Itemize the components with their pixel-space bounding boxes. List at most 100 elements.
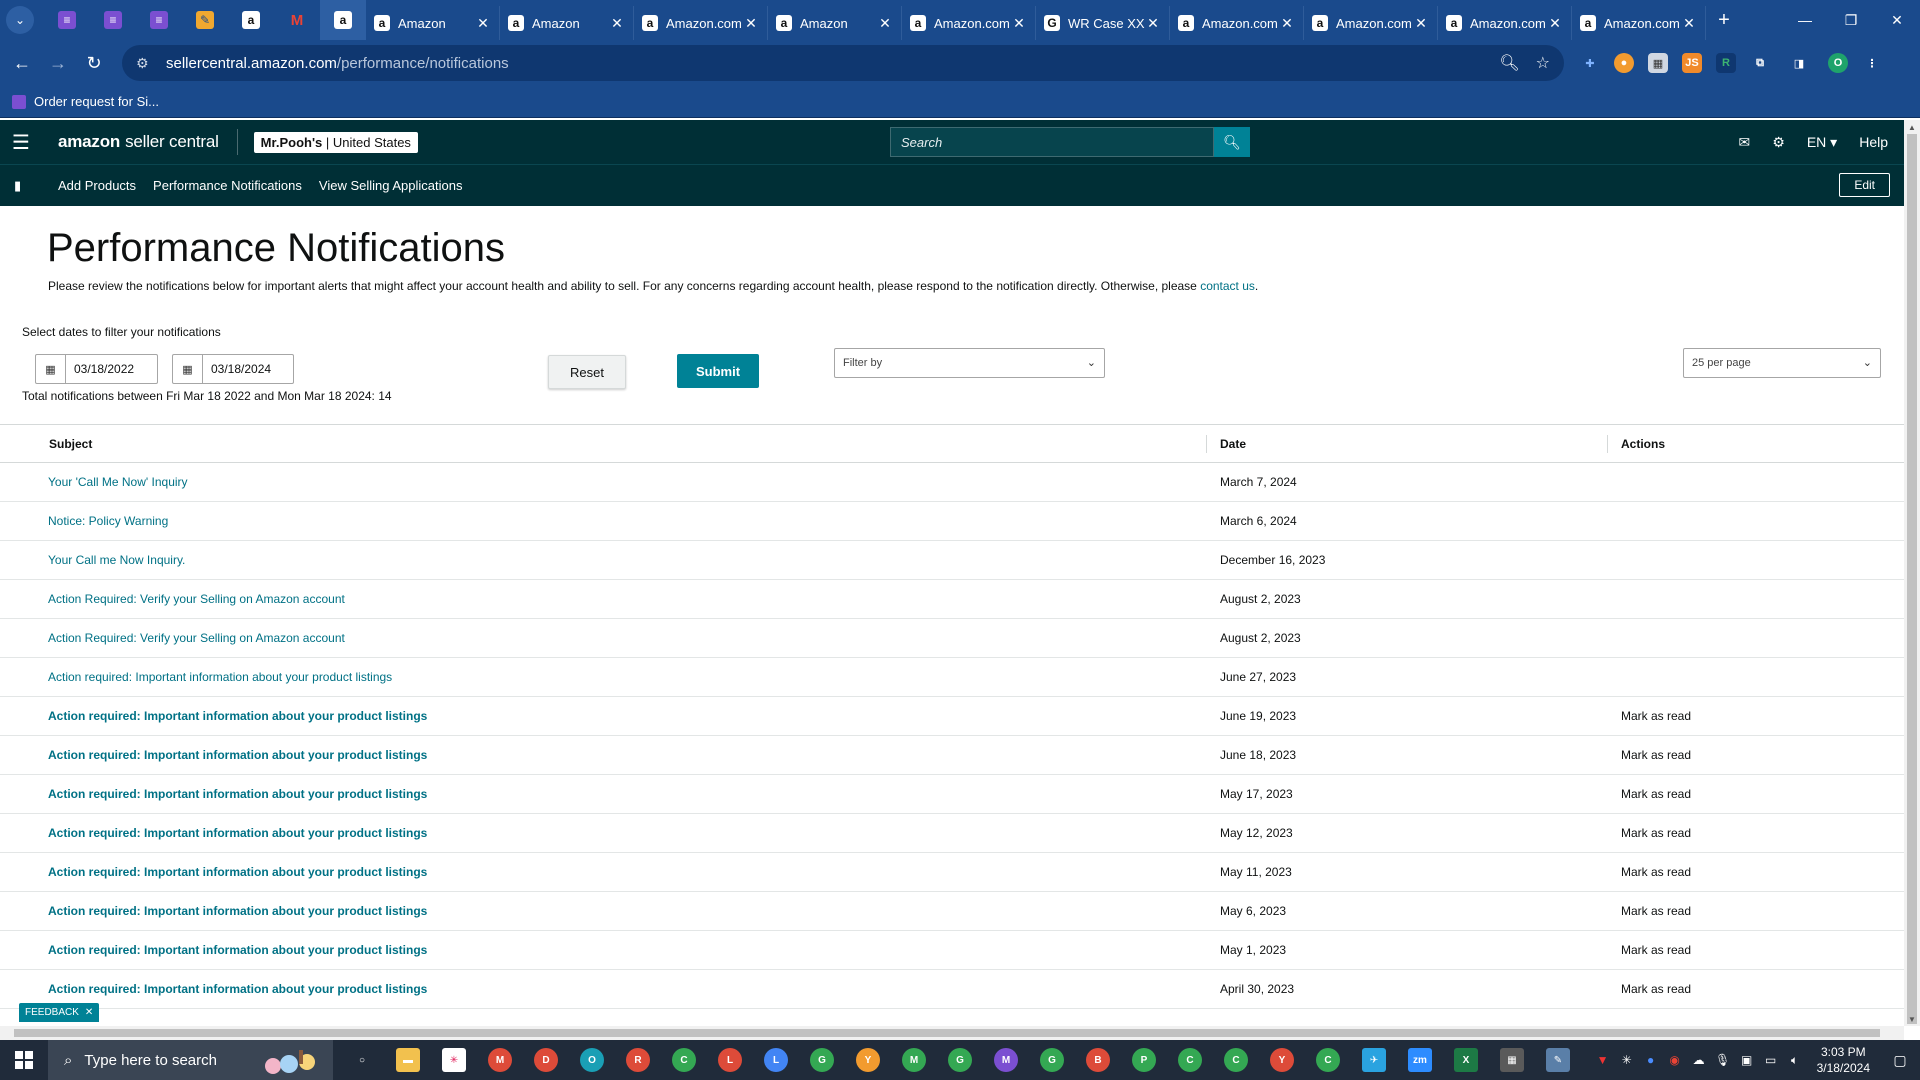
close-tab-icon[interactable]: ✕ — [1011, 15, 1027, 32]
nav-performance-notifications[interactable]: Performance Notifications — [153, 178, 302, 193]
taskbar-app[interactable]: Y — [1259, 1040, 1305, 1080]
taskbar-search[interactable]: ⌕ Type here to search — [48, 1040, 333, 1080]
close-tab-icon[interactable]: ✕ — [1279, 15, 1295, 32]
notification-subject-link[interactable]: Your Call me Now Inquiry. — [48, 553, 185, 567]
scrollbar-thumb[interactable] — [14, 1029, 1880, 1037]
account-switcher[interactable]: Mr.Pooh's | United States — [253, 131, 418, 153]
pinned-tab[interactable]: ✎ — [182, 0, 228, 40]
taskbar-app[interactable]: L — [707, 1040, 753, 1080]
taskbar-app[interactable]: ▦ — [1489, 1040, 1535, 1080]
notification-subject-link[interactable]: Action required: Important information a… — [48, 709, 427, 723]
end-date-field[interactable]: ▦ 03/18/2024 — [172, 354, 294, 384]
taskbar-app[interactable]: P — [1121, 1040, 1167, 1080]
pinned-tab[interactable]: ≡ — [90, 0, 136, 40]
notification-subject-link[interactable]: Action required: Important information a… — [48, 943, 427, 957]
browser-tab[interactable]: a Amazon ✕ — [768, 6, 902, 40]
mark-as-read-link[interactable]: Mark as read — [1621, 865, 1691, 879]
taskbar-app[interactable]: G — [1029, 1040, 1075, 1080]
taskbar-app[interactable]: Y — [845, 1040, 891, 1080]
taskbar-app[interactable]: ○ — [339, 1040, 385, 1080]
mail-icon[interactable]: ✉ — [1739, 134, 1751, 151]
nav-view-selling-applications[interactable]: View Selling Applications — [319, 178, 463, 193]
edit-nav-button[interactable]: Edit — [1839, 173, 1890, 197]
reload-icon[interactable]: ↻ — [76, 45, 112, 81]
close-tab-icon[interactable]: ✕ — [1547, 15, 1563, 32]
browser-tab[interactable]: a Amazon.com ✕ — [634, 6, 768, 40]
extension-icon[interactable]: ● — [1614, 53, 1634, 73]
extension-icon[interactable]: R — [1716, 53, 1736, 73]
taskbar-app[interactable]: M — [983, 1040, 1029, 1080]
taskbar-app[interactable]: M — [891, 1040, 937, 1080]
mark-as-read-link[interactable]: Mark as read — [1621, 943, 1691, 957]
antivirus-icon[interactable]: ▼ — [1591, 1053, 1615, 1067]
mark-as-read-link[interactable]: Mark as read — [1621, 826, 1691, 840]
taskbar-app[interactable]: B — [1075, 1040, 1121, 1080]
taskbar-app[interactable]: X — [1443, 1040, 1489, 1080]
notification-subject-link[interactable]: Action required: Important information a… — [48, 865, 427, 879]
column-subject[interactable]: Subject — [49, 437, 92, 451]
hamburger-menu-icon[interactable]: ☰ — [0, 130, 42, 155]
vertical-scrollbar[interactable]: ▲ ▼ — [1904, 120, 1920, 1026]
browser-tab[interactable]: a Amazon ✕ — [500, 6, 634, 40]
notification-subject-link[interactable]: Action required: Important information a… — [48, 787, 427, 801]
scroll-down-icon[interactable]: ▼ — [1904, 1012, 1920, 1026]
search-input[interactable]: Search — [890, 127, 1214, 157]
tab-search-button[interactable]: ⌄ — [6, 6, 34, 34]
notification-subject-link[interactable]: Notice: Policy Warning — [48, 514, 168, 528]
notification-subject-link[interactable]: Action required: Important information a… — [48, 826, 427, 840]
notification-icon[interactable]: ▢ — [1880, 1052, 1920, 1069]
puzzle-icon[interactable]: ⧉ — [1750, 53, 1770, 73]
close-tab-icon[interactable]: ✕ — [743, 15, 759, 32]
start-date-field[interactable]: ▦ 03/18/2022 — [35, 354, 158, 384]
per-page-select[interactable]: 25 per page ⌄ — [1683, 348, 1881, 378]
site-info-icon[interactable]: ⚙ — [136, 55, 156, 72]
notification-subject-link[interactable]: Action required: Important information a… — [48, 670, 392, 684]
taskbar-app[interactable]: G — [799, 1040, 845, 1080]
pinned-tab[interactable]: a — [228, 0, 274, 40]
scrollbar-thumb[interactable] — [1907, 134, 1917, 1024]
taskbar-app[interactable]: L — [753, 1040, 799, 1080]
column-date[interactable]: Date — [1220, 437, 1246, 451]
help-link[interactable]: Help — [1859, 134, 1888, 150]
close-tab-icon[interactable]: ✕ — [1681, 15, 1697, 32]
mark-as-read-link[interactable]: Mark as read — [1621, 787, 1691, 801]
taskbar-app[interactable]: O — [569, 1040, 615, 1080]
slack-icon[interactable]: ✳ — [1615, 1053, 1639, 1067]
nav-add-products[interactable]: Add Products — [58, 178, 136, 193]
pinned-tab[interactable]: ≡ — [44, 0, 90, 40]
close-tab-icon[interactable]: ✕ — [1413, 15, 1429, 32]
close-icon[interactable]: ✕ — [85, 1007, 93, 1018]
taskbar-app[interactable]: ▬ — [385, 1040, 431, 1080]
bookmark-item[interactable]: Order request for Si... — [34, 94, 159, 109]
volume-icon[interactable]: 🔈︎ — [1783, 1053, 1807, 1068]
extension-icon[interactable]: ✚ — [1580, 53, 1600, 73]
zoom-icon[interactable]: 🔍︎ — [1499, 53, 1519, 73]
taskbar-app[interactable]: ✈ — [1351, 1040, 1397, 1080]
pinned-tab[interactable]: M — [274, 0, 320, 40]
notification-subject-link[interactable]: Your 'Call Me Now' Inquiry — [48, 475, 188, 489]
close-tab-icon[interactable]: ✕ — [1145, 15, 1161, 32]
notification-subject-link[interactable]: Action Required: Verify your Selling on … — [48, 592, 345, 606]
minimize-icon[interactable]: — — [1782, 0, 1828, 40]
gear-icon[interactable]: ⚙ — [1772, 134, 1785, 151]
start-button[interactable] — [0, 1040, 48, 1080]
taskbar-app[interactable]: C — [661, 1040, 707, 1080]
profile-avatar[interactable]: O — [1828, 53, 1848, 73]
network-icon[interactable]: ▭ — [1759, 1053, 1783, 1067]
close-tab-icon[interactable]: ✕ — [877, 15, 893, 32]
notification-subject-link[interactable]: Action required: Important information a… — [48, 748, 427, 762]
scroll-up-icon[interactable]: ▲ — [1904, 120, 1920, 134]
taskbar-app[interactable]: G — [937, 1040, 983, 1080]
taskbar-app[interactable]: ✳ — [431, 1040, 477, 1080]
horizontal-scrollbar[interactable] — [0, 1026, 1904, 1040]
notification-subject-link[interactable]: Action required: Important information a… — [48, 904, 427, 918]
camera-icon[interactable]: ▣ — [1735, 1053, 1759, 1067]
search-button[interactable]: 🔍︎ — [1214, 127, 1250, 157]
url-bar[interactable]: ⚙ sellercentral.amazon.com/performance/n… — [122, 45, 1564, 81]
extension-icon[interactable]: JS — [1682, 53, 1702, 73]
close-icon[interactable]: ✕ — [1874, 0, 1920, 40]
microphone-icon[interactable]: 🎙︎ — [1711, 1053, 1735, 1067]
calendar-icon[interactable]: ▦ — [173, 355, 203, 383]
menu-dots-icon[interactable]: ⋮ — [1862, 53, 1882, 73]
bookmark-star-icon[interactable]: ☆ — [1536, 53, 1550, 73]
